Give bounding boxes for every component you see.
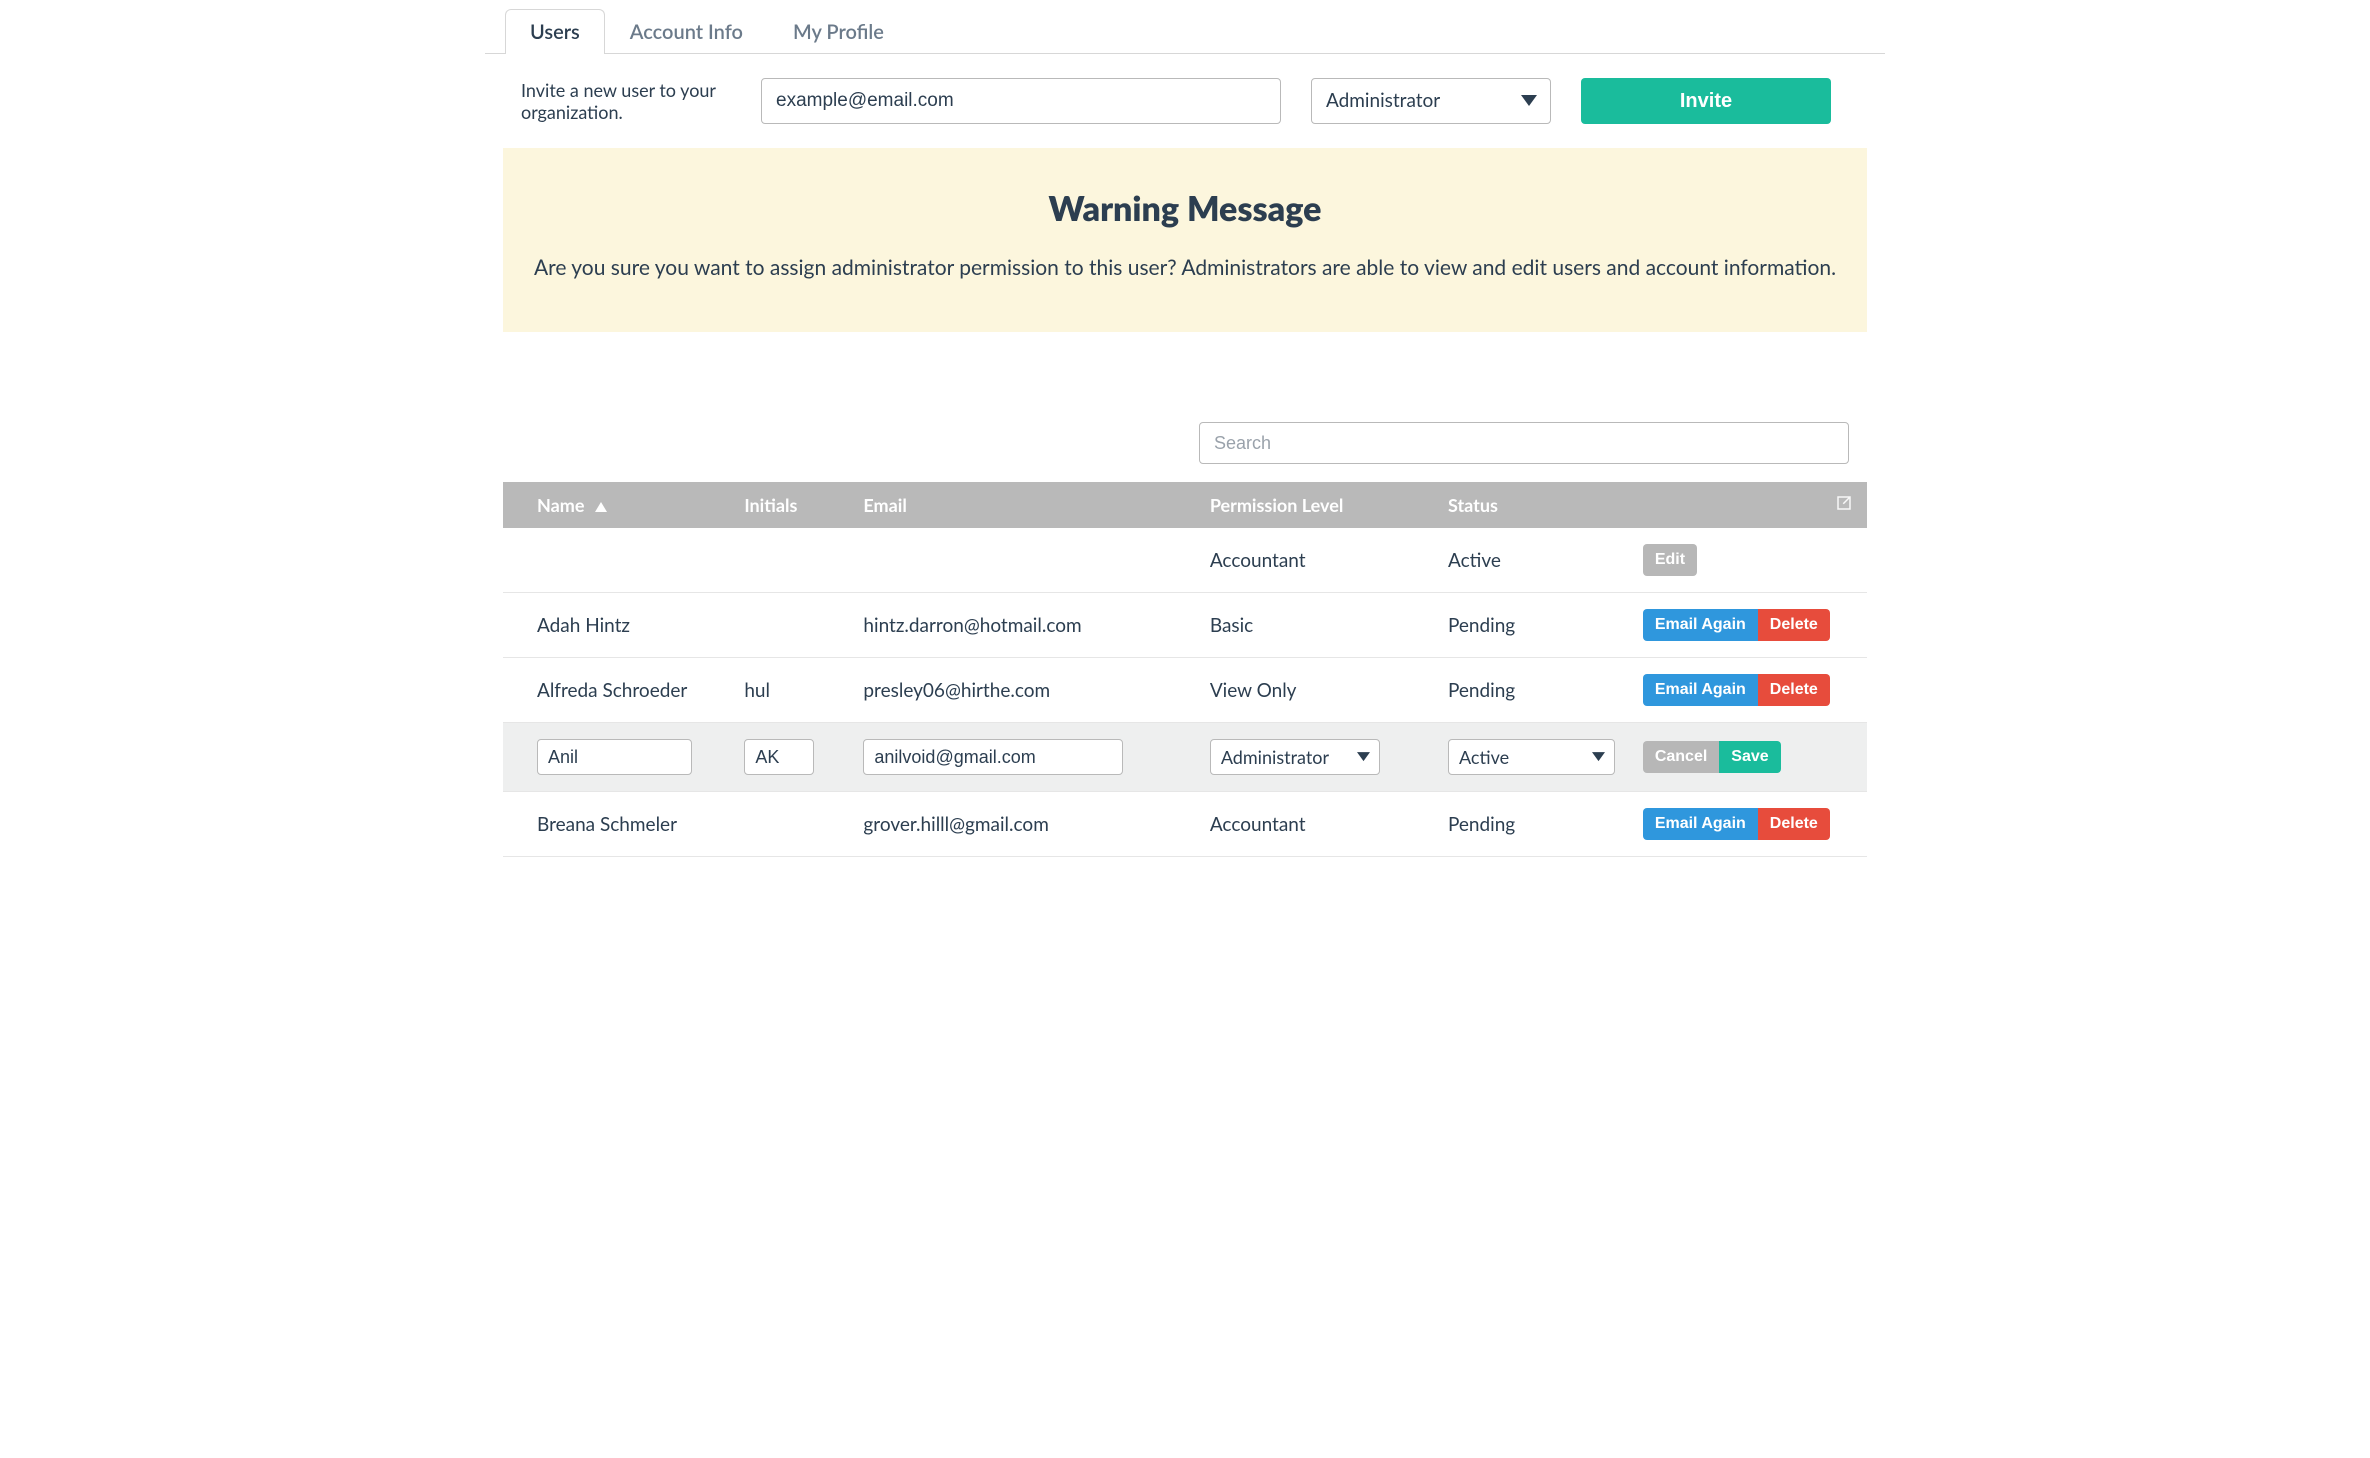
- cell-status: Pending: [1434, 593, 1629, 658]
- cell-name: [503, 528, 730, 593]
- email-again-button[interactable]: Email Again: [1643, 674, 1758, 706]
- invite-email-input[interactable]: [761, 78, 1281, 124]
- users-table-body: Accountant Active Edit Adah Hintz hintz.…: [503, 528, 1867, 857]
- edit-button: Edit: [1643, 544, 1697, 576]
- edit-permission-select[interactable]: Administrator: [1210, 739, 1380, 775]
- users-table: Name Initials Email Permission Level Sta…: [503, 482, 1867, 857]
- chevron-down-icon: [1357, 752, 1370, 762]
- column-permission[interactable]: Permission Level: [1196, 482, 1434, 528]
- cell-email: [849, 528, 1195, 593]
- cell-permission: Basic: [1196, 593, 1434, 658]
- cell-initials: hul: [730, 658, 849, 723]
- cell-initials: [730, 528, 849, 593]
- email-again-button[interactable]: Email Again: [1643, 609, 1758, 641]
- cell-permission: Accountant: [1196, 792, 1434, 857]
- cell-name: Breana Schmeler: [503, 792, 730, 857]
- search-row: [485, 362, 1885, 482]
- warning-body: Are you sure you want to assign administ…: [531, 255, 1839, 280]
- tab-account-info[interactable]: Account Info: [605, 9, 768, 54]
- edit-status-select[interactable]: Active: [1448, 739, 1615, 775]
- edit-status-selected: Active: [1448, 739, 1615, 775]
- invite-role-select[interactable]: Administrator: [1311, 78, 1551, 124]
- invite-role-selected: Administrator: [1311, 78, 1551, 124]
- warning-title: Warning Message: [531, 188, 1839, 229]
- column-initials[interactable]: Initials: [730, 482, 849, 528]
- table-row-editing: Administrator Active: [503, 723, 1867, 792]
- cell-permission: View Only: [1196, 658, 1434, 723]
- export-icon[interactable]: [1835, 494, 1853, 516]
- table-row: Alfreda Schroeder hul presley06@hirthe.c…: [503, 658, 1867, 723]
- chevron-down-icon: [1592, 752, 1605, 762]
- edit-initials-input[interactable]: [744, 739, 814, 775]
- edit-email-input[interactable]: [863, 739, 1123, 775]
- cell-status: Active: [1434, 528, 1629, 593]
- cancel-button[interactable]: Cancel: [1643, 741, 1719, 773]
- cell-email: grover.hilll@gmail.com: [849, 792, 1195, 857]
- table-row: Adah Hintz hintz.darron@hotmail.com Basi…: [503, 593, 1867, 658]
- invite-button[interactable]: Invite: [1581, 78, 1831, 124]
- tab-my-profile[interactable]: My Profile: [768, 9, 909, 54]
- save-button[interactable]: Save: [1719, 741, 1780, 773]
- edit-permission-selected: Administrator: [1210, 739, 1380, 775]
- table-row: Accountant Active Edit: [503, 528, 1867, 593]
- column-email[interactable]: Email: [849, 482, 1195, 528]
- table-row: Breana Schmeler grover.hilll@gmail.com A…: [503, 792, 1867, 857]
- cell-initials: [730, 792, 849, 857]
- cell-email: presley06@hirthe.com: [849, 658, 1195, 723]
- warning-banner: Warning Message Are you sure you want to…: [503, 148, 1867, 332]
- main-tabs: Users Account Info My Profile: [485, 8, 1885, 54]
- cell-initials: [730, 593, 849, 658]
- edit-name-input[interactable]: [537, 739, 692, 775]
- invite-user-row: Invite a new user to your organization. …: [485, 54, 1885, 148]
- column-status[interactable]: Status: [1434, 482, 1629, 528]
- users-table-head: Name Initials Email Permission Level Sta…: [503, 482, 1867, 528]
- column-actions: [1629, 482, 1867, 528]
- invite-label: Invite a new user to your organization.: [521, 79, 731, 124]
- cell-permission: Accountant: [1196, 528, 1434, 593]
- cell-status: Pending: [1434, 792, 1629, 857]
- cell-email: hintz.darron@hotmail.com: [849, 593, 1195, 658]
- email-again-button[interactable]: Email Again: [1643, 808, 1758, 840]
- sort-asc-icon: [595, 494, 607, 516]
- delete-button[interactable]: Delete: [1758, 674, 1830, 706]
- users-admin-page: Users Account Info My Profile Invite a n…: [485, 8, 1885, 857]
- tab-users[interactable]: Users: [505, 9, 605, 54]
- search-input[interactable]: [1199, 422, 1849, 464]
- cell-status: Pending: [1434, 658, 1629, 723]
- cell-name: Alfreda Schroeder: [503, 658, 730, 723]
- column-name[interactable]: Name: [503, 482, 730, 528]
- cell-name: Adah Hintz: [503, 593, 730, 658]
- delete-button[interactable]: Delete: [1758, 808, 1830, 840]
- delete-button[interactable]: Delete: [1758, 609, 1830, 641]
- column-name-label: Name: [537, 494, 584, 516]
